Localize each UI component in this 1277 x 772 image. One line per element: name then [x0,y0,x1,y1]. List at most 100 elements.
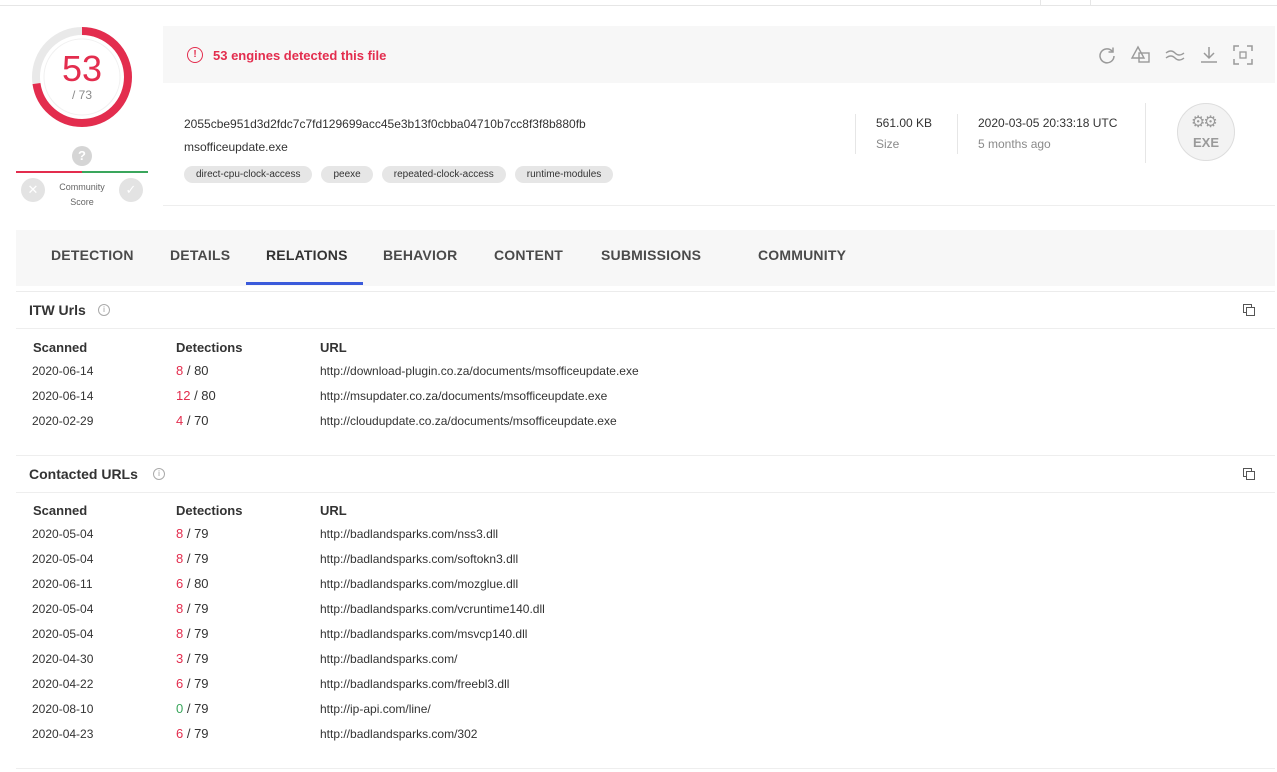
file-toolbar [1087,44,1257,66]
expand-icon[interactable] [1229,44,1257,66]
file-size-value: 561.00 KB [876,116,933,130]
tag[interactable]: direct-cpu-clock-access [184,166,313,183]
engines-total: / 79 [183,626,209,641]
tab-detection[interactable]: DETECTION [51,247,134,263]
url-link[interactable]: http://msupdater.co.za/documents/msoffic… [320,389,607,403]
engines-total: / 70 [183,413,209,428]
exe-file-type-icon: ⚙⚙ EXE [1177,103,1235,161]
alert-icon: ! [187,47,203,63]
url-link[interactable]: http://badlandsparks.com/msvcp140.dll [320,627,527,641]
url-link[interactable]: http://download-plugin.co.za/documents/m… [320,364,639,378]
community-score: ? ✕ Community Score ✓ [16,146,148,208]
url-link[interactable]: http://badlandsparks.com/softokn3.dll [320,552,518,566]
analysis-date-value: 2020-03-05 20:33:18 UTC [978,116,1118,130]
similar-icon[interactable] [1127,44,1155,66]
tab-behavior[interactable]: BEHAVIOR [383,247,457,263]
url-link[interactable]: http://badlandsparks.com/mozglue.dll [320,577,518,591]
column-header-scanned: Scanned [33,340,88,355]
tab-content[interactable]: CONTENT [494,247,563,263]
community-score-label: Community Score [59,182,105,207]
detection-header: ! 53 engines detected this file [163,26,1275,83]
detection-ratio: 8 / 79 [176,526,209,541]
analysis-date-relative: 5 months ago [978,137,1051,151]
scanned-date: 2020-04-23 [32,727,94,741]
detection-ratio: 0 / 79 [176,701,209,716]
tab-details[interactable]: DETAILS [170,247,230,263]
gears-icon: ⚙⚙ [1191,114,1218,131]
tag[interactable]: repeated-clock-access [381,166,506,183]
graph-icon[interactable] [1161,44,1189,66]
detection-ratio: 8 / 79 [176,551,209,566]
detection-ratio: 12 / 80 [176,388,216,403]
column-header-detections: Detections [176,503,243,518]
tab-relations[interactable]: RELATIONS [266,247,348,263]
positive-count: 12 [176,388,191,403]
tag[interactable]: runtime-modules [514,166,614,183]
tab-submissions[interactable]: SUBMISSIONS [601,247,701,263]
download-icon[interactable] [1195,44,1223,66]
top-bar [0,0,1277,6]
file-hash[interactable]: 2055cbe951d3d2fdc7c7fd129699acc45e3b13f0… [184,117,586,131]
detection-score-ring: 53 / 73 [29,24,135,130]
tag[interactable]: peexe [321,166,373,183]
scanned-date: 2020-05-04 [32,552,94,566]
scanned-date: 2020-05-04 [32,602,94,616]
vote-harmless-icon[interactable]: ✓ [119,178,143,202]
divider [16,768,1275,769]
scanned-date: 2020-04-30 [32,652,94,666]
column-header-url: URL [320,503,347,518]
top-bar-divider [1040,0,1041,5]
file-size-label: Size [876,137,900,151]
column-header-scanned: Scanned [33,503,88,518]
engines-total: / 80 [190,388,216,403]
scanned-date: 2020-06-14 [32,364,94,378]
url-link[interactable]: http://badlandsparks.com/302 [320,727,477,741]
itw-urls-header: ITW Urls i [16,292,1275,329]
engines-total: / 79 [183,551,209,566]
detection-message: 53 engines detected this file [213,48,387,63]
scanned-date: 2020-08-10 [32,702,94,716]
info-icon[interactable]: i [98,304,110,316]
column-header-detections: Detections [176,340,243,355]
divider [855,114,856,154]
file-tags: direct-cpu-clock-access peexe repeated-c… [184,166,622,183]
detection-ratio: 3 / 79 [176,651,209,666]
engines-total: / 80 [183,363,209,378]
tab-community[interactable]: COMMUNITY [758,247,846,263]
community-bar-positive [82,171,148,173]
url-link[interactable]: http://ip-api.com/line/ [320,702,431,716]
detection-ratio: 8 / 80 [176,363,209,378]
url-link[interactable]: http://badlandsparks.com/vcruntime140.dl… [320,602,545,616]
detected-count: 53 [61,48,103,89]
scanned-date: 2020-05-04 [32,527,94,541]
copy-icon[interactable] [1243,304,1255,316]
engines-total: / 79 [183,601,209,616]
scanned-date: 2020-05-04 [32,627,94,641]
question-icon: ? [72,146,92,166]
detection-ratio: 8 / 79 [176,626,209,641]
scanned-date: 2020-04-22 [32,677,94,691]
copy-icon[interactable] [1243,468,1255,480]
file-info-panel: 2055cbe951d3d2fdc7c7fd129699acc45e3b13f0… [163,83,1275,206]
active-tab-indicator [246,282,363,285]
url-link[interactable]: http://badlandsparks.com/freebl3.dll [320,677,509,691]
url-link[interactable]: http://badlandsparks.com/nss3.dll [320,527,498,541]
engines-total: / 79 [183,726,209,741]
section-title: ITW Urls [29,302,86,318]
url-link[interactable]: http://badlandsparks.com/ [320,652,457,666]
engines-total: / 80 [183,576,209,591]
column-header-url: URL [320,340,347,355]
info-icon[interactable]: i [153,468,165,480]
section-title: Contacted URLs [29,466,138,482]
community-bar-negative [16,171,82,173]
detection-ratio: 8 / 79 [176,601,209,616]
detection-ratio: 6 / 80 [176,576,209,591]
vote-malicious-icon[interactable]: ✕ [21,178,45,202]
reanalyze-icon[interactable] [1093,44,1121,66]
engines-total: / 79 [183,526,209,541]
divider [957,114,958,154]
url-link[interactable]: http://cloudupdate.co.za/documents/msoff… [320,414,617,428]
detection-ratio: 6 / 79 [176,726,209,741]
engines-total: / 79 [183,651,209,666]
scanned-date: 2020-06-11 [32,577,93,591]
